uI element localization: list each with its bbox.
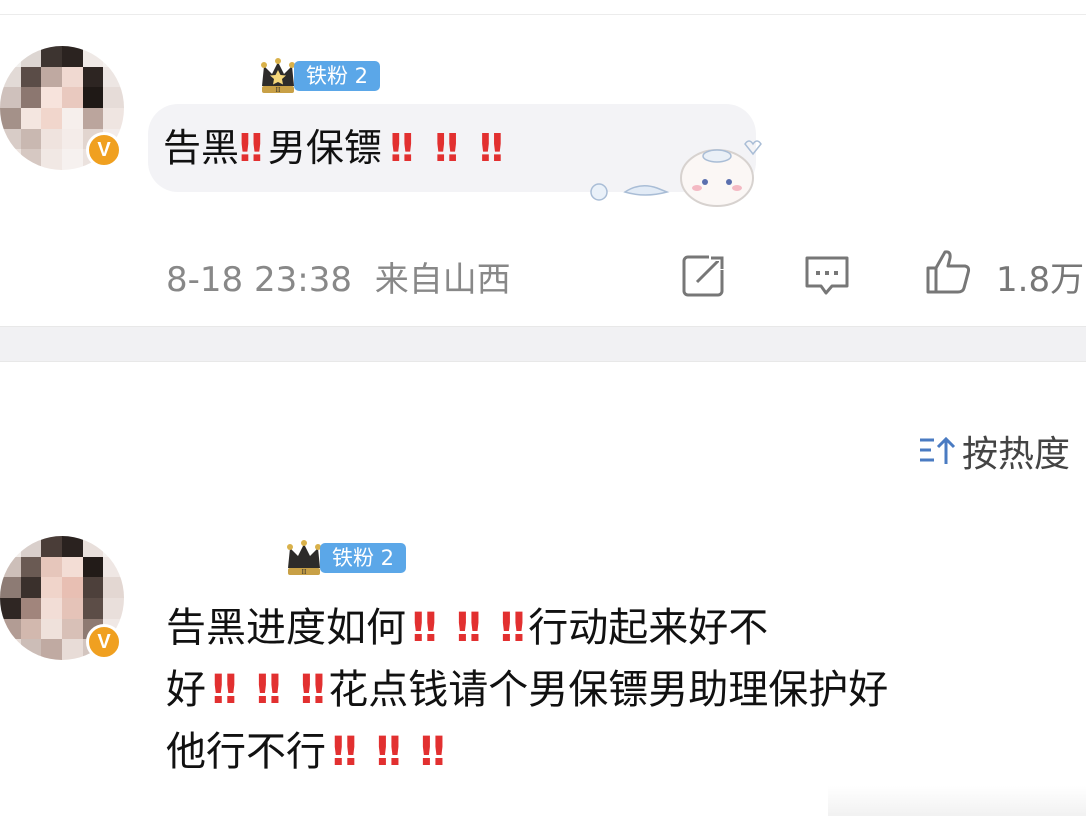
comment-icon[interactable] (804, 252, 850, 298)
double-exclamation-emoji: ‼ (420, 729, 445, 775)
verified-badge: V (86, 624, 122, 660)
verified-badge: V (86, 132, 122, 168)
svg-text:II: II (302, 568, 307, 576)
double-exclamation-emoji: ‼ (479, 126, 504, 170)
comment-text: 告黑进度如何 ‼ ‼ ‼ 行动起来好不 好 ‼ ‼ ‼ 花点钱请个男保镖男助理保护好 他行不行 ‼… (166, 597, 888, 783)
sort-label: 按热度 (962, 434, 1071, 475)
fan-badge-label: 铁粉 2 (294, 61, 381, 91)
fan-badge: II 铁粉 2 (284, 540, 407, 576)
comment-line: 好 ‼ ‼ ‼ 花点钱请个男保镖男助理保护好 (166, 659, 888, 721)
text-segment: 花点钱请个男保镖男助理保护好 (328, 667, 889, 713)
double-exclamation-emoji: ‼ (256, 667, 281, 713)
section-divider (0, 326, 1086, 362)
double-exclamation-emoji: ‼ (376, 729, 401, 775)
comment-line: 他行不行 ‼ ‼ ‼ (166, 721, 888, 783)
double-exclamation-emoji: ‼ (239, 126, 263, 170)
fan-badge: II 铁粉 2 (258, 58, 381, 94)
double-exclamation-emoji: ‼ (300, 667, 325, 713)
text-segment: 告黑 (163, 126, 240, 170)
text-segment: 他行不行 (166, 729, 326, 775)
text-segment: 行动起来好不 (528, 605, 769, 651)
text-segment: 告黑进度如何 (166, 605, 406, 651)
comment-line: 告黑进度如何 ‼ ‼ ‼ 行动起来好不 (166, 597, 888, 659)
sort-by-hot-button[interactable]: 按热度 (918, 425, 1070, 477)
double-exclamation-emoji: ‼ (500, 605, 525, 651)
sort-icon (920, 436, 956, 464)
watermark-fade (828, 786, 1086, 816)
double-exclamation-emoji: ‼ (434, 126, 459, 170)
timestamp: 8-18 23:38 (166, 260, 352, 300)
double-exclamation-emoji: ‼ (389, 126, 414, 170)
like-icon[interactable] (925, 248, 971, 294)
location: 来自山西 (374, 260, 511, 300)
share-icon[interactable] (681, 252, 727, 298)
svg-text:II: II (276, 86, 281, 94)
text-segment: 好 (166, 667, 206, 713)
crown-icon: II (261, 58, 295, 94)
text-segment: 男保镖 (267, 126, 382, 170)
fan-badge-label: 铁粉 2 (320, 543, 407, 573)
like-count: 1.8万 (996, 260, 1085, 300)
double-exclamation-emoji: ‼ (212, 667, 237, 713)
double-exclamation-emoji: ‼ (412, 605, 437, 651)
crown-icon: II (287, 540, 321, 576)
double-exclamation-emoji: ‼ (332, 729, 357, 775)
bubble-decoration-icon (590, 140, 762, 207)
comment-meta: 8-18 23:38 来自山西 (166, 252, 511, 301)
double-exclamation-emoji: ‼ (456, 605, 481, 651)
top-divider (0, 14, 1086, 15)
comment-text: 告黑‼ 男保镖 ‼ ‼ ‼ (163, 118, 504, 178)
